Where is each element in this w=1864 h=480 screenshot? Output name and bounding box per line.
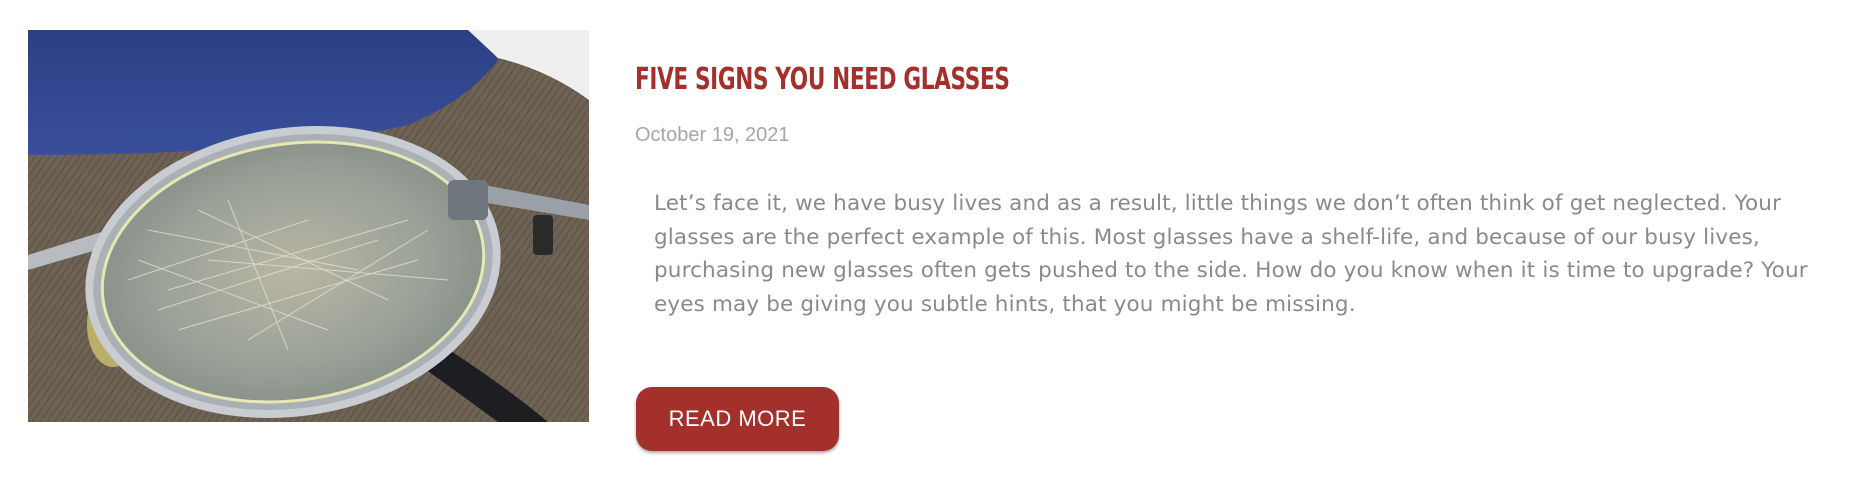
scratched-glasses-image[interactable]: [28, 30, 589, 422]
blog-post-card: Five Signs You Need Glasses October 19, …: [0, 0, 1864, 480]
post-title[interactable]: Five Signs You Need Glasses: [635, 62, 1010, 97]
post-thumbnail[interactable]: [28, 30, 589, 422]
read-more-button[interactable]: READ MORE: [636, 387, 839, 451]
post-date: October 19, 2021: [635, 124, 790, 146]
post-excerpt: Let’s face it, we have busy lives and as…: [654, 191, 1808, 317]
